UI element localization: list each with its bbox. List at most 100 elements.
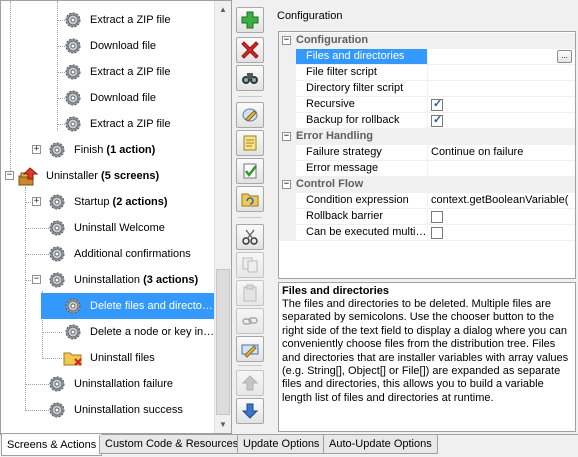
- property-recursive[interactable]: Recursive ✓: [279, 97, 575, 113]
- notes-icon: [243, 135, 257, 151]
- search-button[interactable]: [236, 65, 264, 91]
- tree-item-label: Extract a ZIP file: [90, 117, 171, 130]
- scroll-up-arrow-icon[interactable]: ▲: [215, 1, 231, 18]
- delete-icon: [241, 41, 259, 59]
- tree-item-label: Uninstallation failure: [74, 377, 174, 390]
- property-name: Backup for rollback: [296, 113, 428, 129]
- expand-startup-toggle[interactable]: +: [32, 197, 41, 206]
- folder-refresh-button[interactable]: [236, 186, 264, 212]
- collapse-category-toggle[interactable]: −: [282, 180, 291, 189]
- tree-item-extract-zip-3[interactable]: Extract a ZIP file: [63, 111, 174, 137]
- tree-item-finish[interactable]: Finish (1 action): [47, 137, 158, 163]
- copy-button[interactable]: [236, 252, 264, 278]
- tree-item-download-file-2[interactable]: Download file: [63, 85, 159, 111]
- scroll-down-arrow-icon[interactable]: ▼: [215, 416, 231, 433]
- multiple-execution-checkbox[interactable]: [431, 227, 443, 239]
- tree-item-label: Uninstaller: [46, 169, 98, 182]
- configuration-title: Configuration: [277, 10, 343, 22]
- property-error-message[interactable]: Error message: [279, 161, 575, 177]
- folder-refresh-icon: [241, 193, 259, 207]
- collapse-uninstallation-toggle[interactable]: −: [32, 275, 41, 284]
- check-button[interactable]: [236, 158, 264, 184]
- property-value[interactable]: [428, 49, 575, 65]
- property-value[interactable]: [428, 161, 575, 177]
- notes-button[interactable]: [236, 130, 264, 156]
- tree-item-uninstaller[interactable]: Uninstaller (5 screens): [17, 163, 162, 189]
- property-name: Error message: [296, 161, 428, 177]
- property-grid[interactable]: − Configuration Files and directories ..…: [278, 31, 576, 279]
- tree-item-count: (5 screens): [101, 169, 160, 182]
- paste-button[interactable]: [236, 280, 264, 306]
- category-label: Control Flow: [296, 178, 364, 190]
- collapse-category-toggle[interactable]: −: [282, 132, 291, 141]
- screens-tree[interactable]: Extract a ZIP file Download file Extract…: [0, 0, 232, 434]
- property-files-and-directories[interactable]: Files and directories ...: [279, 49, 575, 65]
- property-value[interactable]: Continue on failure: [428, 145, 575, 161]
- tab-update-options[interactable]: Update Options: [237, 435, 326, 454]
- move-up-button[interactable]: [236, 370, 264, 396]
- tree-scrollbar[interactable]: ▲ ▼: [214, 1, 231, 433]
- tree-item-label: Uninstallation: [74, 273, 141, 286]
- gear-icon: [65, 298, 81, 314]
- property-failure-strategy[interactable]: Failure strategy Continue on failure: [279, 145, 575, 161]
- tree-item-startup[interactable]: Startup (2 actions): [47, 189, 171, 215]
- property-rollback-barrier[interactable]: Rollback barrier: [279, 209, 575, 225]
- property-directory-filter-script[interactable]: Directory filter script: [279, 81, 575, 97]
- tree-item-delete-files-selected[interactable]: Delete files and directo…: [41, 293, 218, 319]
- tree-item-additional-confirmations[interactable]: Additional confirmations: [47, 241, 194, 267]
- property-name: File filter script: [296, 65, 428, 81]
- property-condition-expression[interactable]: Condition expression context.getBooleanV…: [279, 193, 575, 209]
- property-value[interactable]: [428, 81, 575, 97]
- tree-item-label: Startup: [74, 195, 110, 208]
- rename-button[interactable]: [236, 336, 264, 362]
- tree-item-extract-zip-2[interactable]: Extract a ZIP file: [63, 59, 174, 85]
- checkmark-icon: ✓: [433, 98, 443, 110]
- tab-screens-actions[interactable]: Screens & Actions: [1, 434, 103, 456]
- collapse-category-toggle[interactable]: −: [282, 36, 291, 45]
- recursive-checkbox[interactable]: ✓: [431, 98, 443, 111]
- uninstaller-icon: [18, 167, 39, 186]
- gear-icon: [49, 246, 65, 262]
- delete-button[interactable]: [236, 37, 264, 63]
- property-value[interactable]: context.getBooleanVariable(: [428, 193, 575, 209]
- paste-icon: [243, 284, 257, 302]
- tree-item-delete-node[interactable]: Delete a node or key in…: [63, 319, 217, 345]
- tree-item-count: (2 actions): [112, 195, 168, 208]
- tab-auto-update-options[interactable]: Auto-Update Options: [323, 435, 438, 454]
- link-button[interactable]: [236, 308, 264, 334]
- tree-item-uninstallation[interactable]: Uninstallation (3 actions): [47, 267, 201, 293]
- property-value[interactable]: [428, 65, 575, 81]
- tree-item-label: Extract a ZIP file: [90, 65, 171, 78]
- tree-item-download-file-1[interactable]: Download file: [63, 33, 159, 59]
- tree-item-uninstall-files[interactable]: Uninstall files: [63, 345, 158, 371]
- category-control-flow[interactable]: − Control Flow: [279, 177, 575, 193]
- property-executed-multiple[interactable]: Can be executed multi…: [279, 225, 575, 241]
- cut-icon: [242, 229, 258, 245]
- category-label: Error Handling: [296, 130, 374, 142]
- add-button[interactable]: [236, 7, 264, 33]
- scroll-thumb[interactable]: [216, 269, 230, 415]
- property-backup-for-rollback[interactable]: Backup for rollback ✓: [279, 113, 575, 129]
- edit-button[interactable]: [236, 102, 264, 128]
- property-file-filter-script[interactable]: File filter script: [279, 65, 575, 81]
- expand-finish-toggle[interactable]: +: [32, 145, 41, 154]
- category-error-handling[interactable]: − Error Handling: [279, 129, 575, 145]
- tab-custom-code-resources[interactable]: Custom Code & Resources: [99, 435, 245, 454]
- tree-item-uninstallation-failure[interactable]: Uninstallation failure: [47, 371, 176, 397]
- collapse-uninstaller-toggle[interactable]: −: [5, 171, 14, 180]
- move-down-button[interactable]: [236, 398, 264, 424]
- category-configuration[interactable]: − Configuration: [279, 33, 575, 49]
- backup-checkbox[interactable]: ✓: [431, 114, 443, 127]
- gear-icon: [49, 272, 65, 288]
- gear-icon: [65, 90, 81, 106]
- cut-button[interactable]: [236, 224, 264, 250]
- rollback-barrier-checkbox[interactable]: [431, 211, 443, 223]
- add-icon: [241, 11, 259, 29]
- tree-item-uninstall-welcome[interactable]: Uninstall Welcome: [47, 215, 168, 241]
- tree-item-label: Additional confirmations: [74, 247, 191, 260]
- gear-icon: [49, 142, 65, 158]
- toolbar-separator: [238, 96, 262, 97]
- tree-item-uninstallation-success[interactable]: Uninstallation success: [47, 397, 186, 423]
- browse-button[interactable]: ...: [557, 50, 572, 63]
- tree-item-extract-zip-1[interactable]: Extract a ZIP file: [63, 7, 174, 33]
